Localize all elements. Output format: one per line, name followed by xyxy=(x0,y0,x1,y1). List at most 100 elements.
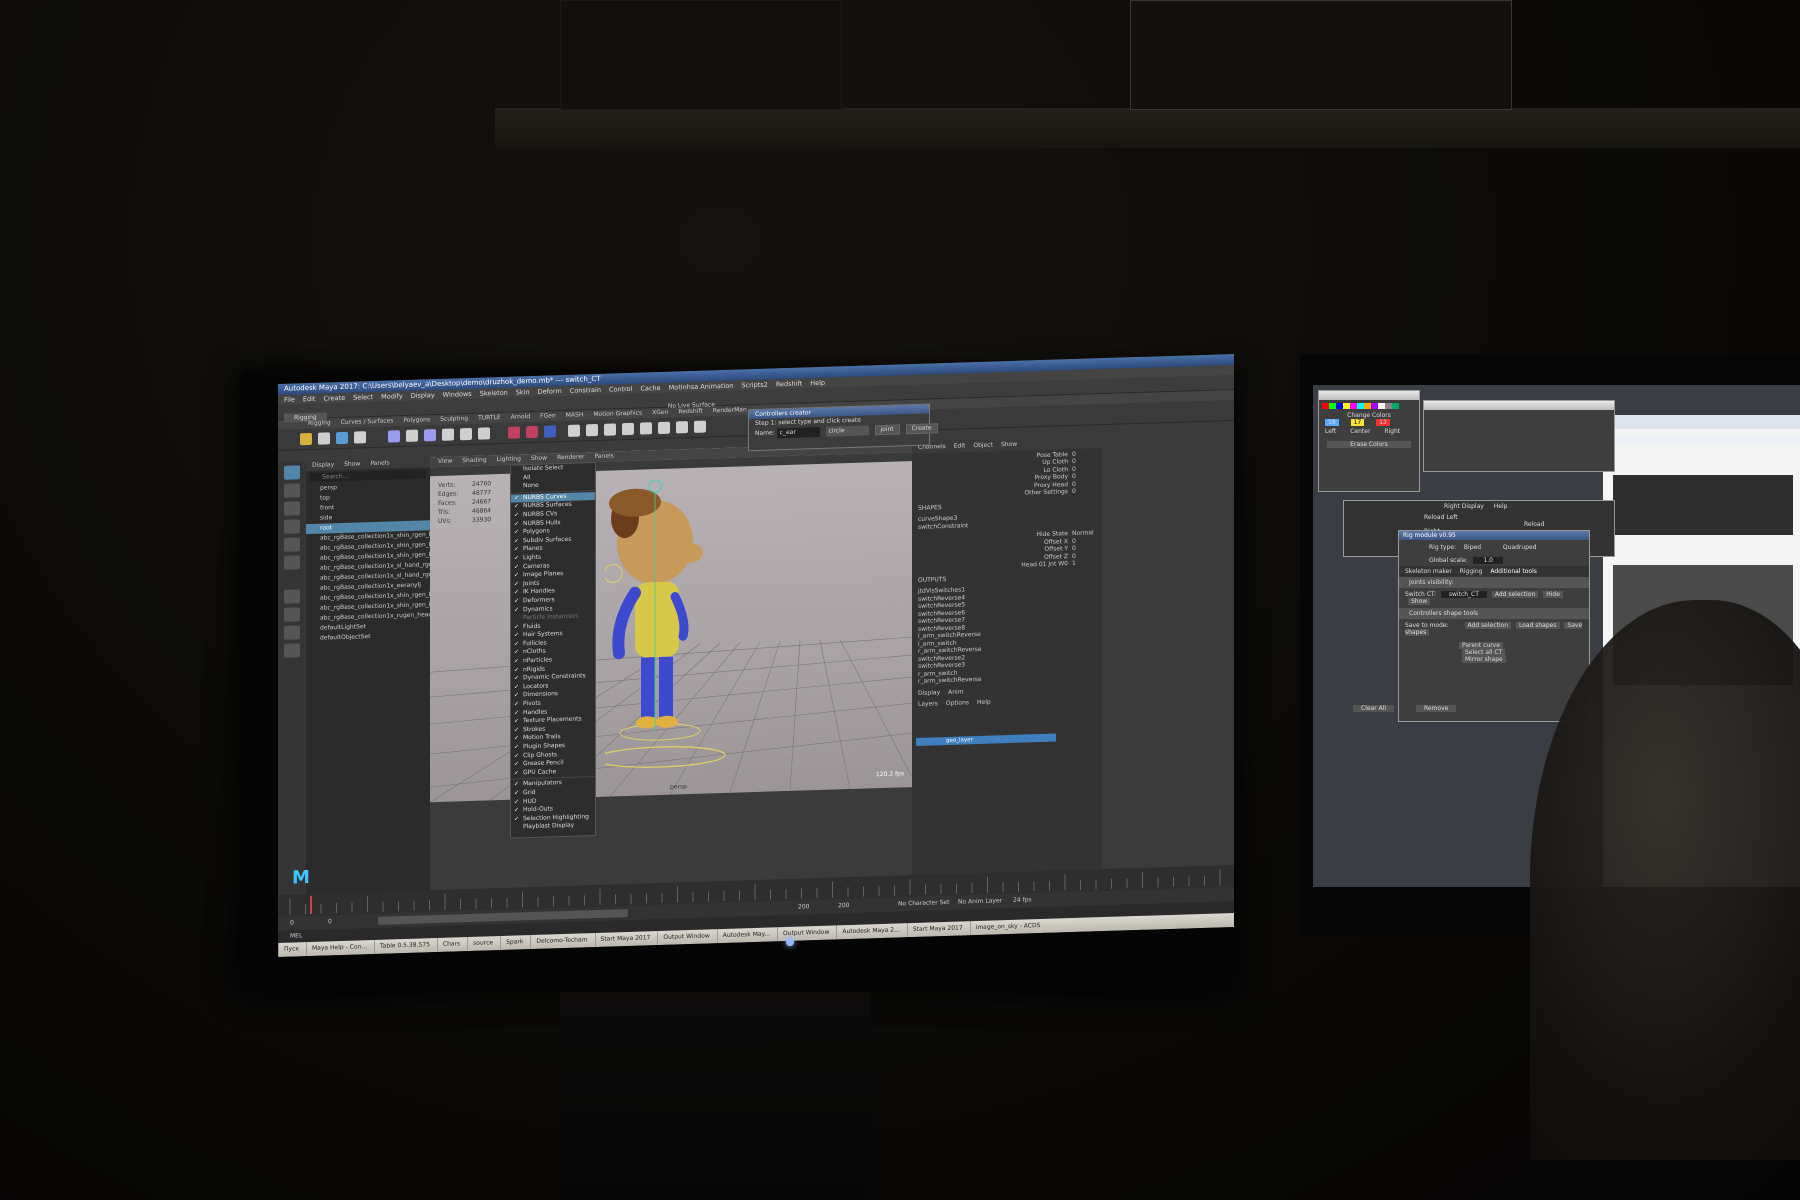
viewport-persp[interactable]: View Shading Lighting Show Renderer Panels Ve… xyxy=(430,442,912,803)
viewport-menu-panels[interactable]: Panels xyxy=(594,452,613,460)
menu-scripts2[interactable]: Scripts2 xyxy=(741,381,767,390)
layer-menu-help[interactable]: Help xyxy=(977,699,991,706)
right-display-label[interactable]: Right Display xyxy=(1444,503,1484,510)
name-field[interactable]: c_ear xyxy=(776,426,820,439)
channel-menu-show[interactable]: Show xyxy=(1001,441,1017,449)
shelf-tab-fgen[interactable]: FGen xyxy=(540,412,556,419)
rig-type-quadruped-radio[interactable]: Quadruped xyxy=(1503,544,1537,551)
controllers-shape-tools-section[interactable]: Controllers shape tools xyxy=(1399,608,1589,619)
menu-edit[interactable]: Edit xyxy=(303,395,316,403)
taskbar-item[interactable]: source xyxy=(467,936,499,952)
shelf-tab-rigging[interactable]: Rigging xyxy=(308,419,331,427)
taskbar-item[interactable]: Output Window xyxy=(657,929,715,946)
erase-colors-button[interactable]: Erase Colors xyxy=(1327,441,1411,448)
side-center[interactable]: Center xyxy=(1350,428,1370,435)
menu-select[interactable]: Select xyxy=(353,393,373,402)
add-selection-button[interactable]: Add selection xyxy=(1491,591,1539,598)
layout-single-icon[interactable] xyxy=(284,589,300,604)
global-scale-field[interactable]: 1.0 xyxy=(1473,557,1503,564)
reload-left-button[interactable]: Reload Left xyxy=(1424,514,1458,521)
load-shapes-button[interactable]: Load shapes xyxy=(1515,622,1560,629)
hide-button[interactable]: Hide xyxy=(1543,591,1563,598)
character-model[interactable] xyxy=(605,470,735,774)
menu-skin[interactable]: Skin xyxy=(516,388,530,396)
viewport-menu-view[interactable]: View xyxy=(438,458,452,465)
taskbar-item[interactable]: Table 0.5.38.575 xyxy=(374,938,435,954)
range-start-field[interactable]: 0 xyxy=(290,917,294,931)
viewport-menu-lighting[interactable]: Lighting xyxy=(497,455,521,463)
menu-file[interactable]: File xyxy=(284,395,295,403)
display-layer-row[interactable]: geo_layer xyxy=(916,733,1056,746)
channel-menu-edit[interactable]: Edit xyxy=(954,442,966,449)
menu-display[interactable]: Display xyxy=(411,391,435,400)
taskbar-item[interactable]: Chars xyxy=(436,937,466,953)
menu-control[interactable]: Control xyxy=(609,385,633,394)
menu-cache[interactable]: Cache xyxy=(640,384,660,393)
viewport-menu-show[interactable]: Show xyxy=(531,455,547,463)
layer-menu-layers[interactable]: Layers xyxy=(918,700,938,708)
taskbar-item[interactable]: Maya Help - Con... xyxy=(306,940,373,957)
side-left[interactable]: Left xyxy=(1325,428,1336,435)
shelf-tab-sculpting[interactable]: Sculpting xyxy=(440,415,468,423)
taskbar-item[interactable]: Start Maya 2017 xyxy=(906,921,968,938)
menu-motinhsa-animation[interactable]: Motinhsa Animation xyxy=(669,382,734,392)
taskbar-item[interactable]: Autodesk Maya 2... xyxy=(836,923,905,940)
tab-skeleton-maker[interactable]: Skeleton maker xyxy=(1405,568,1452,575)
viewport-menu-shading[interactable]: Shading xyxy=(462,456,486,464)
shelf-tab-redshift[interactable]: Redshift xyxy=(678,408,702,416)
joints-visibility-section[interactable]: Joints visibility: xyxy=(1399,577,1589,588)
select-tool-icon[interactable] xyxy=(284,465,300,480)
taskbar-item[interactable]: image_on_sky - ACDS xyxy=(969,918,1046,936)
anim-layer-dropdown[interactable]: No Anim Layer xyxy=(958,894,1002,909)
outliner-menu-show[interactable]: Show xyxy=(344,460,360,468)
layer-menu-options[interactable]: Options xyxy=(946,699,969,707)
layout-four-icon[interactable] xyxy=(284,607,300,622)
menu-help[interactable]: Help xyxy=(810,379,825,387)
taskbar-item[interactable]: Start Maya 2017 xyxy=(594,931,656,948)
menu-constrain[interactable]: Constrain xyxy=(570,386,601,395)
remove-button[interactable]: Remove xyxy=(1415,705,1457,712)
range-inner-start-field[interactable]: 0 xyxy=(328,915,332,929)
clear-all-button[interactable]: Clear All xyxy=(1353,705,1395,712)
menu-deform[interactable]: Deform xyxy=(538,387,562,396)
rig-type-biped-radio[interactable]: Biped xyxy=(1464,544,1481,551)
range-inner-end-field[interactable]: 200 xyxy=(798,900,809,914)
range-end-field[interactable]: 200 xyxy=(838,899,849,913)
side-right[interactable]: Right xyxy=(1384,428,1400,435)
fps-dropdown[interactable]: 24 fps xyxy=(1013,893,1032,908)
add-selection-button-2[interactable]: Add selection xyxy=(1464,622,1512,629)
shelf-tab-polygons[interactable]: Polygons xyxy=(403,416,430,424)
outliner-layout-icon[interactable] xyxy=(284,643,300,658)
channel-attr-value[interactable]: 0 xyxy=(1072,487,1096,495)
taskbar-item[interactable]: Delcomo-Techam xyxy=(530,933,593,950)
menu-windows[interactable]: Windows xyxy=(443,390,472,399)
layer-tab-display[interactable]: Display xyxy=(918,689,940,697)
parent-curve-button[interactable]: Parent curve xyxy=(1459,642,1503,649)
show-menu-item-playblast-display[interactable]: Playblast Display xyxy=(511,821,595,832)
taskbar-item[interactable]: Spark xyxy=(500,935,529,951)
start-button[interactable]: Пуск xyxy=(278,942,304,957)
show-button[interactable]: Show xyxy=(1408,598,1431,605)
channel-menu-object[interactable]: Object xyxy=(973,442,993,450)
lasso-tool-icon[interactable] xyxy=(284,483,300,498)
create-button[interactable]: Create xyxy=(905,423,938,435)
move-tool-icon[interactable] xyxy=(284,519,300,534)
color-center-number[interactable]: 17 xyxy=(1350,419,1365,426)
joint-button[interactable]: joint xyxy=(874,424,900,436)
channel-attr-value[interactable]: 1 xyxy=(1072,559,1096,567)
shelf-tab-renderman[interactable]: RenderMan xyxy=(713,406,747,414)
shelf-tab-arnold[interactable]: Arnold xyxy=(511,413,530,421)
outliner-menu-panels[interactable]: Panels xyxy=(370,459,389,467)
switch-ct-field[interactable]: switch_CT xyxy=(1440,591,1487,598)
tab-rigging[interactable]: Rigging xyxy=(1460,568,1483,575)
color-right-number[interactable]: 13 xyxy=(1376,419,1390,426)
select-all-ct-button[interactable]: Select all CT xyxy=(1462,649,1506,656)
color-left-number[interactable]: 18 xyxy=(1325,419,1339,426)
viewport-menu-renderer[interactable]: Renderer xyxy=(557,453,584,461)
outliner-menu-display[interactable]: Display xyxy=(312,461,334,469)
shelf-tab-turtle[interactable]: TURTLE xyxy=(478,414,501,422)
shelf-tab-curves-surfaces[interactable]: Curves / Surfaces xyxy=(341,417,394,426)
layout-two-icon[interactable] xyxy=(284,625,300,640)
tab-additional-tools[interactable]: Additional tools xyxy=(1490,568,1537,575)
taskbar-item[interactable]: Autodesk May... xyxy=(716,927,775,944)
